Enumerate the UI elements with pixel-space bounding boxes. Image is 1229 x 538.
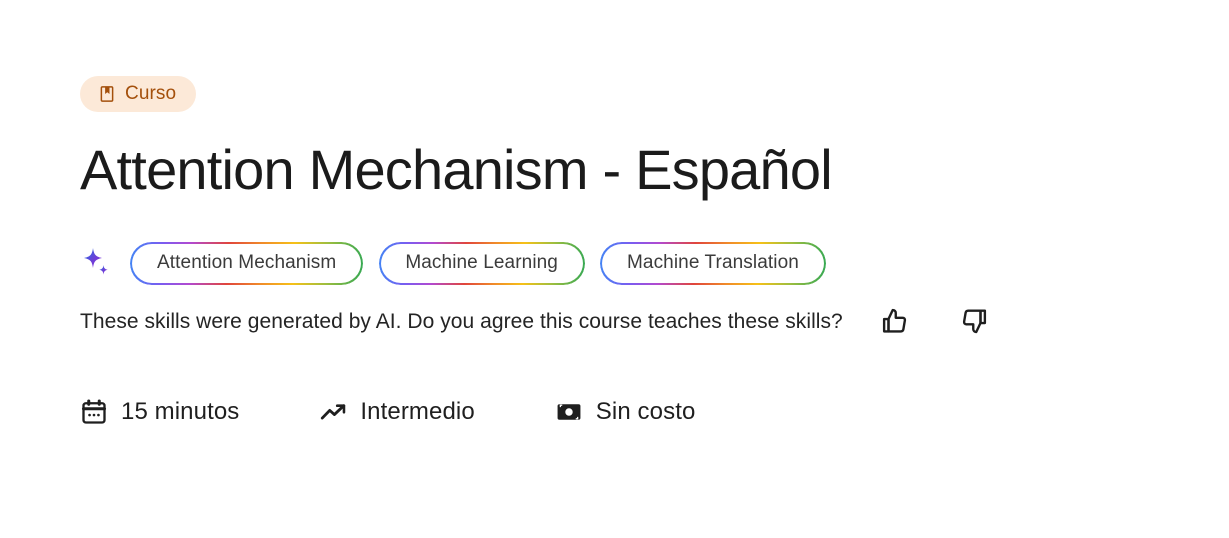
course-meta-row: 15 minutos Intermedio Sin costo — [80, 398, 1229, 426]
meta-level: Intermedio — [319, 398, 475, 426]
meta-price: Sin costo — [555, 398, 696, 426]
thumb-up-icon — [880, 306, 910, 336]
status-badge-label: Curso — [125, 83, 177, 104]
meta-price-label: Sin costo — [595, 398, 696, 426]
status-badge: Curso — [80, 76, 197, 112]
ai-skills-row: Attention Mechanism Machine Learning Mac… — [80, 242, 1229, 284]
skill-chip-label: Attention Mechanism — [157, 252, 337, 274]
skill-chip-label: Machine Learning — [405, 252, 558, 274]
calendar-icon — [80, 398, 108, 426]
skill-chip[interactable]: Attention Mechanism — [131, 242, 362, 284]
ai-disclaimer-text: These skills were generated by AI. Do yo… — [80, 309, 843, 333]
money-icon — [555, 398, 583, 426]
ai-sparkle-icon — [80, 246, 114, 280]
thumb-up-button[interactable] — [878, 304, 912, 338]
page-title: Attention Mechanism - Español — [80, 138, 833, 201]
trending-up-icon — [319, 398, 347, 426]
meta-duration: 15 minutos — [80, 398, 239, 426]
book-bookmark-icon — [98, 85, 116, 103]
meta-level-label: Intermedio — [360, 398, 475, 426]
thumb-down-icon — [959, 306, 989, 336]
meta-duration-label: 15 minutos — [121, 398, 240, 426]
ai-disclaimer-row: These skills were generated by AI. Do yo… — [80, 304, 1229, 338]
skill-chip[interactable]: Machine Learning — [379, 242, 584, 284]
skill-chip[interactable]: Machine Translation — [601, 242, 825, 284]
course-header-page: Curso Attention Mechanism - Español Atte… — [0, 0, 1229, 538]
skill-chip-label: Machine Translation — [626, 252, 799, 274]
thumb-down-button[interactable] — [957, 304, 991, 338]
